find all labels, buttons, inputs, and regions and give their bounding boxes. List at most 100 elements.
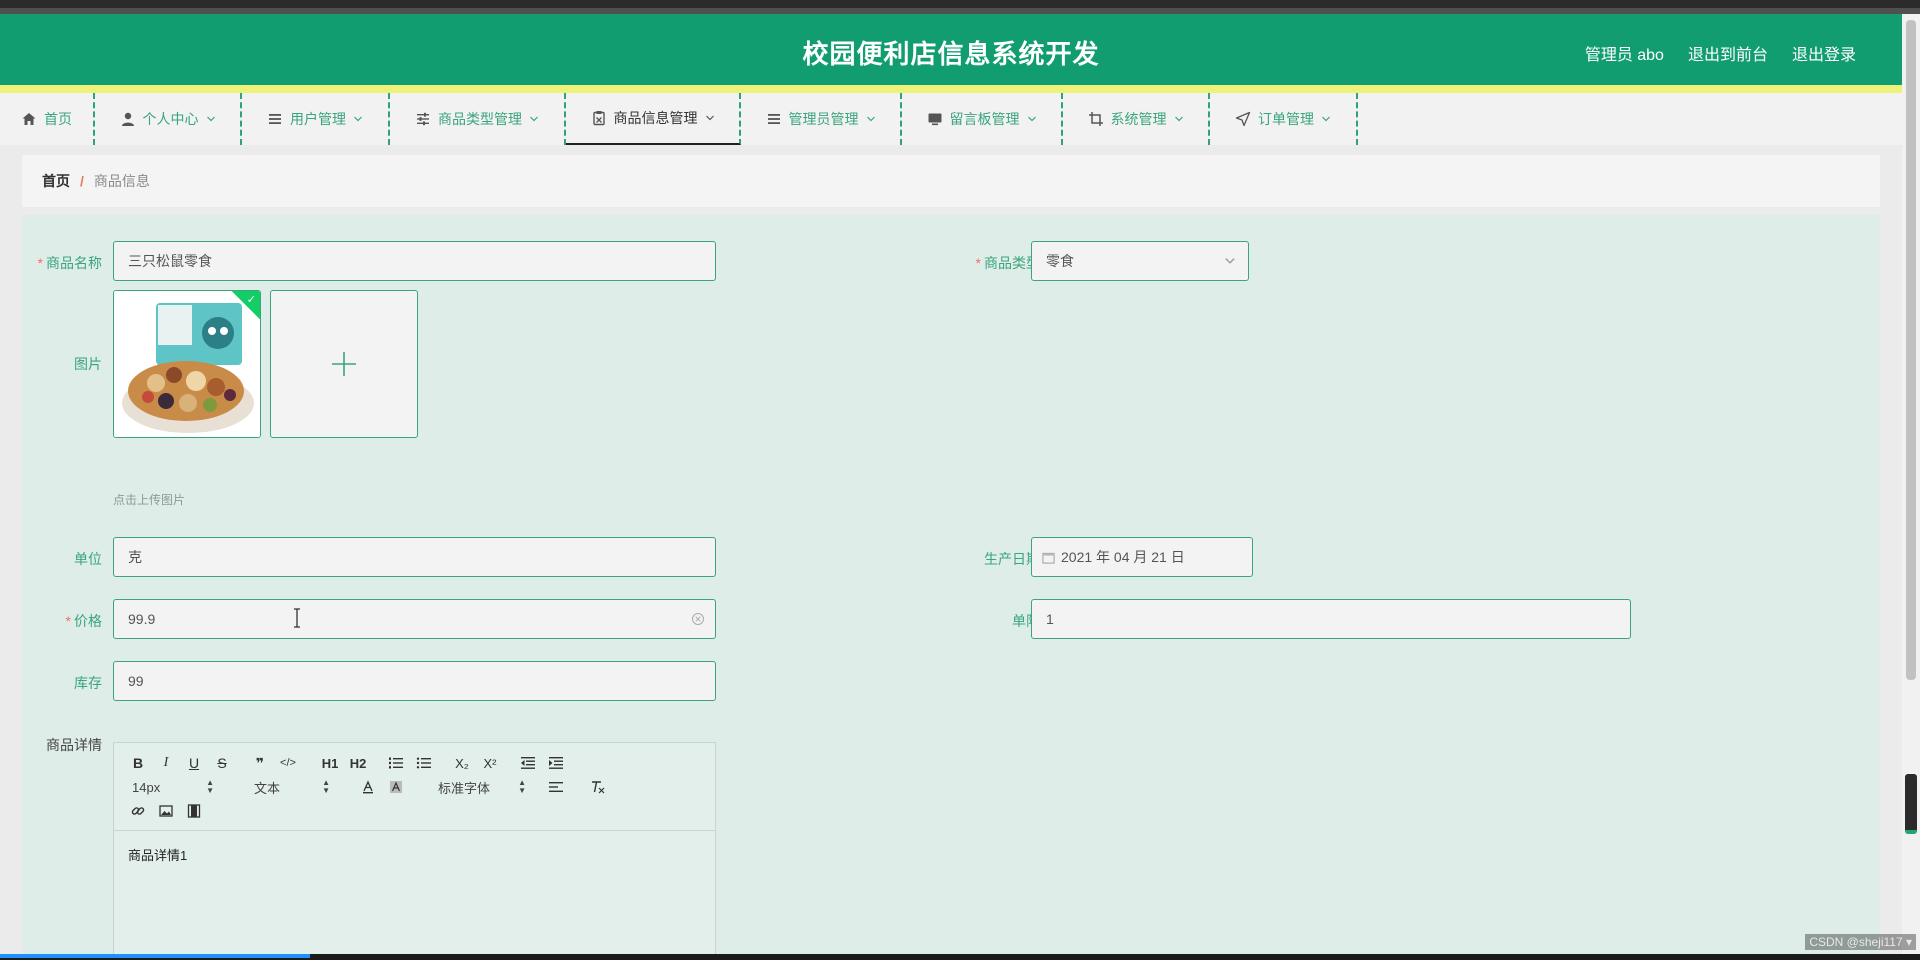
add-image-button[interactable]: [270, 290, 418, 438]
uploaded-image-thumbnail[interactable]: ✓: [113, 290, 261, 438]
ordered-list-icon: [389, 757, 403, 769]
production-date-value: 2021 年 04 月 21 日: [1061, 549, 1185, 565]
stock-label: 库存: [74, 675, 102, 691]
video-icon: [187, 804, 201, 818]
select-arrows-icon: ▲ ▼: [206, 778, 214, 795]
font-size-value: 14px: [132, 779, 161, 795]
plus-icon: [332, 352, 356, 376]
logout-link[interactable]: 退出登录: [1792, 41, 1856, 65]
nav-item-home[interactable]: 首页: [0, 93, 95, 145]
breadcrumb-current: 商品信息: [93, 173, 150, 189]
chevron-down-icon: [530, 116, 538, 122]
nav-item-order-management[interactable]: 订单管理: [1210, 93, 1358, 145]
breadcrumb-home[interactable]: 首页: [42, 171, 70, 191]
heading-1-button[interactable]: H1: [316, 751, 344, 775]
product-type-label: * 商品类型: [922, 253, 1040, 273]
text-format-select[interactable]: 文本 ▲ ▼: [232, 775, 336, 799]
purchase-limit-label: 单限: [1012, 613, 1040, 629]
production-date-picker[interactable]: 2021 年 04 月 21 日: [1031, 537, 1253, 577]
outdent-icon: [521, 757, 535, 769]
chevron-down-icon: [866, 116, 875, 122]
nav-item-admin-management[interactable]: 管理员管理: [741, 93, 902, 145]
strike-button[interactable]: S: [208, 751, 236, 775]
scrollbar-thumb[interactable]: [1906, 20, 1916, 680]
upload-hint: 点击上传图片: [113, 493, 186, 507]
align-button[interactable]: [542, 775, 570, 799]
nav-item-product-type-management[interactable]: 商品类型管理: [390, 93, 566, 145]
clear-format-icon: [592, 781, 605, 794]
indent-icon: [549, 757, 563, 769]
product-type-select[interactable]: 零食: [1031, 241, 1249, 281]
bullet-list-button[interactable]: [410, 751, 438, 775]
product-name-label-text: 商品名称: [46, 255, 102, 271]
link-icon: [131, 807, 145, 815]
ordered-list-button[interactable]: [382, 751, 410, 775]
chevron-down-icon: [1027, 116, 1036, 122]
subscript-button[interactable]: X₂: [448, 751, 476, 775]
nav-label: 系统管理: [1110, 111, 1167, 127]
nav-label: 管理员管理: [788, 111, 859, 127]
link-button[interactable]: [124, 799, 152, 823]
clipboard-icon: [592, 111, 605, 126]
user-icon: [121, 112, 134, 126]
nav-item-product-info-management[interactable]: 商品信息管理: [566, 93, 741, 145]
toolbar-row-1: B I U S ❞ </> H1 H2 X₂ X²: [124, 751, 705, 775]
price-input[interactable]: 99.9: [113, 599, 716, 639]
app-container: 校园便利店信息系统开发 管理员 abo 退出到前台 退出登录 首页 个人中心 用…: [0, 14, 1902, 954]
text-cursor-icon: [294, 608, 300, 628]
editor-toolbar: B I U S ❞ </> H1 H2 X₂ X² 14px ▲ ▼ 文本 ▲ …: [114, 743, 715, 831]
image-button[interactable]: [152, 799, 180, 823]
stock-input[interactable]: 99: [113, 661, 716, 701]
nav-label: 用户管理: [290, 111, 346, 127]
font-color-button[interactable]: [354, 775, 382, 799]
video-button[interactable]: [180, 799, 208, 823]
code-block-button[interactable]: </>: [274, 751, 302, 775]
indent-button[interactable]: [542, 751, 570, 775]
italic-button[interactable]: I: [152, 751, 180, 775]
required-mark: *: [37, 255, 43, 271]
breadcrumb-separator: /: [80, 173, 84, 189]
font-size-select[interactable]: 14px ▲ ▼: [124, 775, 220, 799]
nav-item-system-management[interactable]: 系统管理: [1063, 93, 1210, 145]
purchase-limit-input[interactable]: 1: [1031, 599, 1631, 639]
image-label: 图片: [74, 356, 102, 372]
blockquote-button[interactable]: ❞: [246, 751, 274, 775]
editor-content[interactable]: 商品详情1: [114, 831, 715, 878]
nav-item-personal-center[interactable]: 个人中心: [95, 93, 242, 145]
clear-icon[interactable]: [691, 612, 705, 626]
font-color-icon: [363, 780, 373, 794]
product-name-input[interactable]: 三只松鼠零食: [113, 241, 716, 281]
required-mark: *: [65, 613, 71, 629]
production-date-label: 生产日期: [984, 551, 1040, 567]
superscript-button[interactable]: X²: [476, 751, 504, 775]
nav-item-message-board-management[interactable]: 留言板管理: [902, 93, 1063, 145]
nav-label: 首页: [44, 111, 72, 127]
nav-label: 订单管理: [1258, 111, 1314, 127]
price-value: 99.9: [128, 611, 156, 627]
stock-value: 99: [128, 673, 144, 689]
chevron-down-icon: [1225, 258, 1235, 264]
clear-format-button[interactable]: [584, 775, 612, 799]
back-to-front-link[interactable]: 退出到前台: [1688, 41, 1768, 65]
page-scrollbar[interactable]: [1902, 14, 1920, 954]
nav-item-user-management[interactable]: 用户管理: [242, 93, 390, 145]
purchase-limit-value: 1: [1046, 611, 1054, 627]
scroll-position-indicator: [1905, 774, 1917, 834]
bullet-list-icon: [416, 757, 431, 769]
toolbar-row-3: [124, 799, 705, 823]
rich-text-editor: B I U S ❞ </> H1 H2 X₂ X² 14px ▲ ▼ 文本 ▲ …: [113, 742, 716, 954]
list-icon: [269, 114, 281, 124]
font-family-select[interactable]: 标准字体 ▲ ▼: [428, 775, 532, 799]
underline-button[interactable]: U: [180, 751, 208, 775]
chevron-down-icon: [354, 116, 362, 122]
product-name-value: 三只松鼠零食: [128, 253, 212, 269]
outdent-button[interactable]: [514, 751, 542, 775]
product-type-value: 零食: [1046, 253, 1074, 269]
background-color-button[interactable]: [382, 775, 410, 799]
heading-2-button[interactable]: H2: [344, 751, 372, 775]
align-left-icon: [549, 782, 563, 792]
unit-input[interactable]: 克: [113, 537, 716, 577]
bold-button[interactable]: B: [124, 751, 152, 775]
price-label-text: 价格: [74, 613, 102, 629]
top-header: 校园便利店信息系统开发 管理员 abo 退出到前台 退出登录: [0, 14, 1902, 85]
